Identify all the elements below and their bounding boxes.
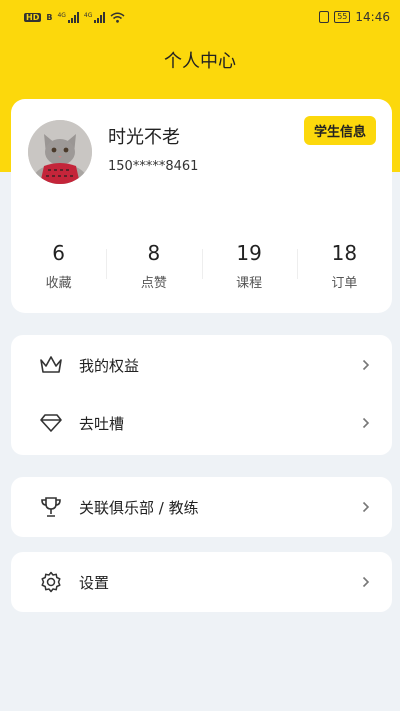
menu-label: 去吐槽 — [79, 414, 125, 433]
student-info-button[interactable]: 学生信息 — [303, 116, 376, 145]
menu-label: 设置 — [79, 573, 110, 592]
crown-icon — [39, 353, 63, 377]
menu-label: 我的权益 — [79, 356, 140, 375]
signal-icon-2: 4G — [84, 11, 106, 23]
stat-favorites[interactable]: 6 收藏 — [11, 239, 106, 299]
clock: 14:46 — [355, 10, 390, 24]
stat-value: 19 — [236, 241, 262, 265]
trophy-icon — [39, 495, 63, 519]
hd-indicator: HD — [24, 12, 42, 22]
stat-orders[interactable]: 18 订单 — [296, 239, 392, 299]
stat-label: 课程 — [236, 276, 263, 291]
chevron-right-icon — [362, 417, 370, 429]
menu-card-rights-feedback: 我的权益 去吐槽 — [11, 335, 392, 455]
page-title: 个人中心 — [164, 51, 236, 72]
wifi-icon — [110, 12, 125, 23]
stat-likes[interactable]: 8 点赞 — [106, 239, 201, 299]
stat-value: 6 — [52, 241, 65, 265]
diamond-icon — [39, 411, 63, 435]
gear-icon — [39, 570, 63, 594]
chevron-right-icon — [362, 359, 370, 371]
battery-indicator: 55 — [334, 11, 351, 23]
menu-card-settings: 设置 — [11, 552, 392, 612]
stats-row: 6 收藏 8 点赞 19 课程 18 订单 — [11, 239, 392, 299]
network-b-indicator: B — [46, 12, 53, 22]
menu-card-club: 关联俱乐部 / 教练 — [11, 477, 392, 537]
profile-card: 时光不老 150*****8461 学生信息 6 收藏 8 点赞 19 课程 1… — [11, 99, 392, 313]
menu-item-linked-club-coach[interactable]: 关联俱乐部 / 教练 — [11, 477, 392, 537]
menu-item-feedback[interactable]: 去吐槽 — [11, 394, 392, 452]
stat-value: 8 — [147, 241, 161, 265]
avatar[interactable] — [28, 120, 92, 184]
status-bar: HD B 4G 4G 55 14:46 — [0, 0, 400, 34]
menu-label: 关联俱乐部 / 教练 — [79, 498, 199, 517]
menu-item-my-rights[interactable]: 我的权益 — [11, 336, 392, 394]
cat-avatar-image — [28, 120, 92, 184]
chevron-right-icon — [362, 501, 370, 513]
stat-label: 收藏 — [45, 276, 72, 291]
stat-courses[interactable]: 19 课程 — [201, 239, 297, 299]
vibrate-icon — [319, 11, 330, 23]
user-phone: 150*****8461 — [108, 159, 199, 174]
chevron-right-icon — [362, 576, 370, 588]
stat-value: 18 — [331, 241, 358, 265]
user-name: 时光不老 — [108, 127, 180, 148]
stat-label: 点赞 — [140, 276, 167, 291]
menu-item-settings[interactable]: 设置 — [11, 552, 392, 612]
stat-label: 订单 — [331, 276, 358, 291]
signal-icon: 4G — [57, 11, 79, 23]
